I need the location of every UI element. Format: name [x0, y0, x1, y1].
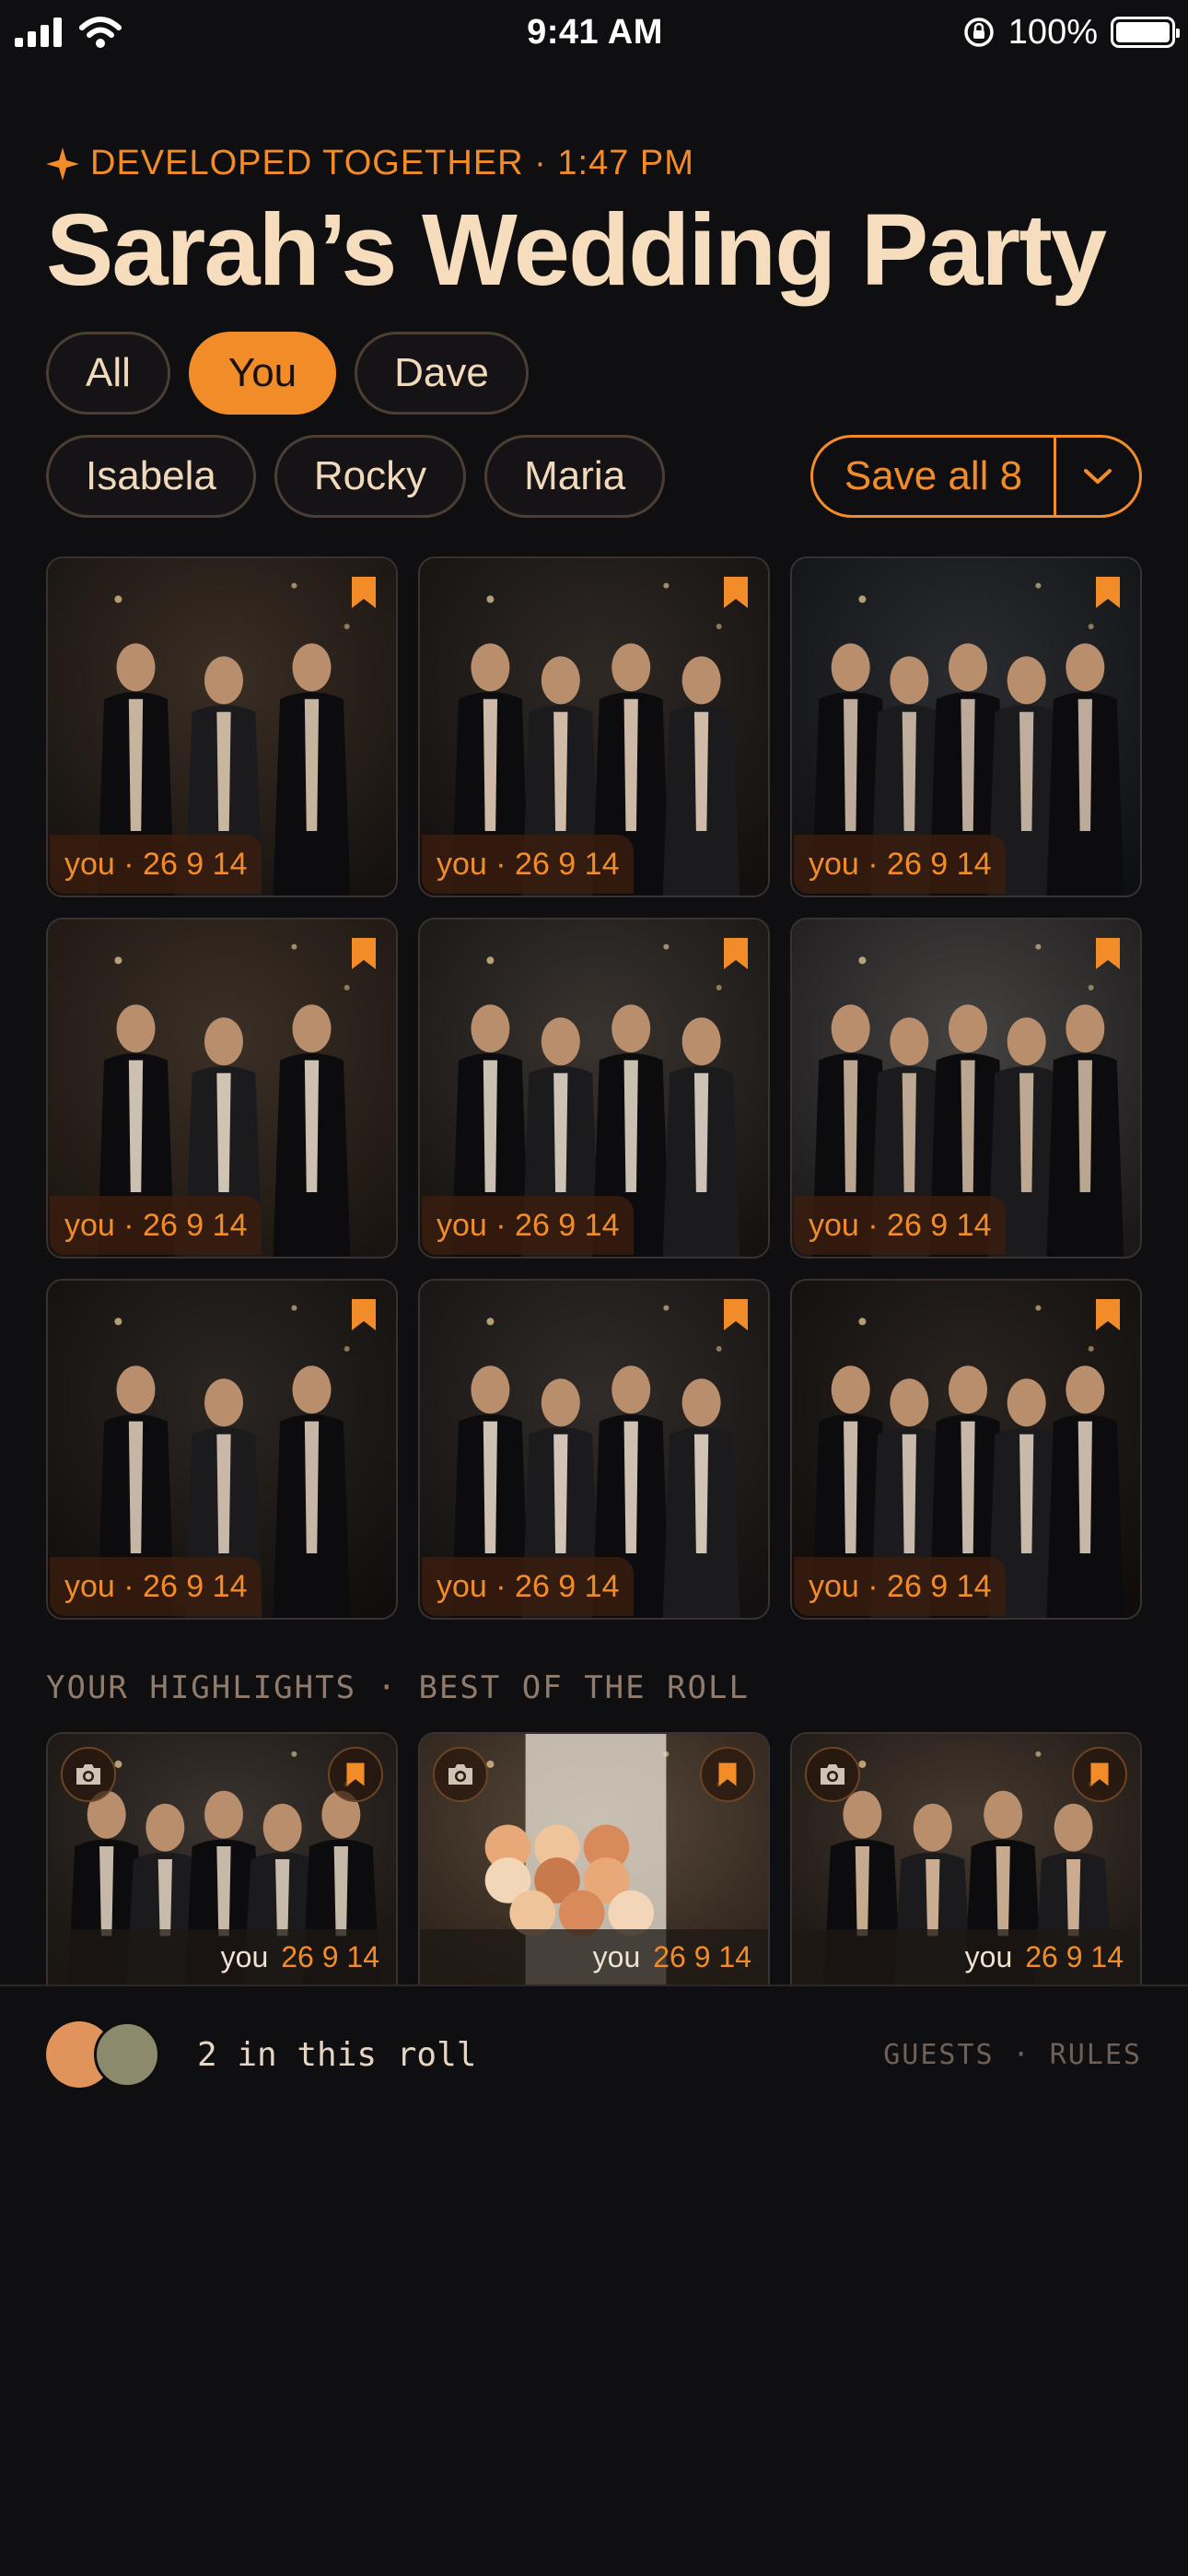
guests-link[interactable]: GUESTS: [883, 2039, 994, 2071]
highlight-time: 26 9 14: [1025, 1939, 1124, 1973]
bookmark-icon[interactable]: [350, 575, 378, 610]
bookmark-icon[interactable]: [722, 1297, 750, 1332]
highlight-card[interactable]: you 26 9 14: [418, 1732, 770, 1985]
camera-icon: [433, 1747, 488, 1802]
photo-caption: you · 26 9 14: [422, 1196, 635, 1255]
highlight-time: 26 9 14: [281, 1939, 379, 1973]
photo-card[interactable]: you · 26 9 14: [418, 1279, 770, 1620]
photo-card[interactable]: you · 26 9 14: [790, 918, 1142, 1259]
filter-chip-maria[interactable]: Maria: [484, 435, 666, 518]
highlight-author: you: [592, 1939, 641, 1973]
highlights-label: YOUR HIGHLIGHTS · BEST OF THE ROLL: [46, 1669, 750, 1706]
photo-card[interactable]: you · 26 9 14: [790, 556, 1142, 897]
status-bar: 9:41 AM 100%: [0, 0, 1188, 64]
photo-caption: you · 26 9 14: [794, 835, 1007, 894]
status-time: 9:41 AM: [527, 12, 663, 52]
member-avatars[interactable]: [46, 2021, 166, 2088]
highlight-caption: you 26 9 14: [792, 1929, 1140, 1985]
roll-eyebrow: DEVELOPED TOGETHER · 1:47 PM: [46, 144, 694, 183]
photo-caption: you · 26 9 14: [422, 835, 635, 894]
roll-footer: 2 in this roll GUESTS · RULES: [0, 1985, 1188, 2123]
filter-chip-all[interactable]: All: [46, 332, 170, 415]
highlight-author: you: [220, 1939, 269, 1973]
photo-card[interactable]: you · 26 9 14: [46, 918, 398, 1259]
footer-separator: ·: [1012, 2038, 1031, 2071]
filter-chip-you[interactable]: You: [188, 332, 337, 415]
bookmark-icon[interactable]: [1094, 1297, 1122, 1332]
photo-caption: you · 26 9 14: [50, 1557, 262, 1616]
footer-links: GUESTS · RULES: [883, 2039, 1142, 2071]
photo-caption: you · 26 9 14: [794, 1557, 1007, 1616]
highlight-caption: you 26 9 14: [48, 1929, 396, 1985]
rules-link[interactable]: RULES: [1050, 2039, 1142, 2071]
save-all-group: Save all 8: [810, 435, 1142, 518]
camera-icon: [805, 1747, 860, 1802]
bookmark-icon[interactable]: [328, 1747, 383, 1802]
photo-card[interactable]: you · 26 9 14: [418, 918, 770, 1259]
photo-card[interactable]: you · 26 9 14: [790, 1279, 1142, 1620]
highlights-row: you 26 9 14 you 26 9 14 you 26 9 14: [46, 1732, 1142, 1985]
camera-icon: [61, 1747, 116, 1802]
photo-card[interactable]: you · 26 9 14: [46, 1279, 398, 1620]
save-all-button[interactable]: Save all 8: [813, 438, 1056, 515]
photo-caption: you · 26 9 14: [794, 1196, 1007, 1255]
bookmark-icon[interactable]: [722, 936, 750, 971]
photo-caption: you · 26 9 14: [50, 1196, 262, 1255]
wifi-icon: [79, 17, 122, 48]
photo-card[interactable]: you · 26 9 14: [46, 556, 398, 897]
photo-caption: you · 26 9 14: [50, 835, 262, 894]
avatar: [94, 2021, 160, 2088]
eyebrow-text: DEVELOPED TOGETHER · 1:47 PM: [90, 144, 694, 182]
bookmark-icon[interactable]: [1094, 575, 1122, 610]
photo-card[interactable]: you · 26 9 14: [418, 556, 770, 897]
filter-row-1: All You Dave: [46, 332, 529, 415]
bookmark-icon[interactable]: [350, 1297, 378, 1332]
sparkle-icon: [46, 146, 79, 181]
highlight-card[interactable]: you 26 9 14: [46, 1732, 398, 1985]
signal-icon: [15, 18, 62, 47]
filter-chip-rocky[interactable]: Rocky: [274, 435, 467, 518]
filter-chip-dave[interactable]: Dave: [355, 332, 529, 415]
photo-caption: you · 26 9 14: [422, 1557, 635, 1616]
photo-grid: you · 26 9 14 you · 26 9 14 you · 26 9 1…: [46, 556, 1142, 1620]
roll-count: 2 in this roll: [197, 2035, 477, 2074]
filter-row-2: Isabela Rocky Maria: [46, 435, 666, 518]
battery-icon: [1111, 17, 1180, 48]
highlight-card[interactable]: you 26 9 14: [790, 1732, 1142, 1985]
bookmark-icon[interactable]: [700, 1747, 755, 1802]
rotation-lock-icon: [964, 18, 994, 47]
highlight-caption: you 26 9 14: [420, 1929, 768, 1985]
chevron-down-icon: [1084, 469, 1112, 484]
save-options-button[interactable]: [1056, 438, 1139, 515]
filter-chip-isabela[interactable]: Isabela: [46, 435, 256, 518]
bookmark-icon[interactable]: [1072, 1747, 1127, 1802]
battery-percent: 100%: [1007, 12, 1098, 52]
highlight-author: you: [964, 1939, 1013, 1973]
bookmark-icon[interactable]: [350, 936, 378, 971]
bookmark-icon[interactable]: [722, 575, 750, 610]
highlight-time: 26 9 14: [653, 1939, 751, 1973]
bookmark-icon[interactable]: [1094, 936, 1122, 971]
page-title: Sarah’s Wedding Party: [46, 193, 1107, 307]
